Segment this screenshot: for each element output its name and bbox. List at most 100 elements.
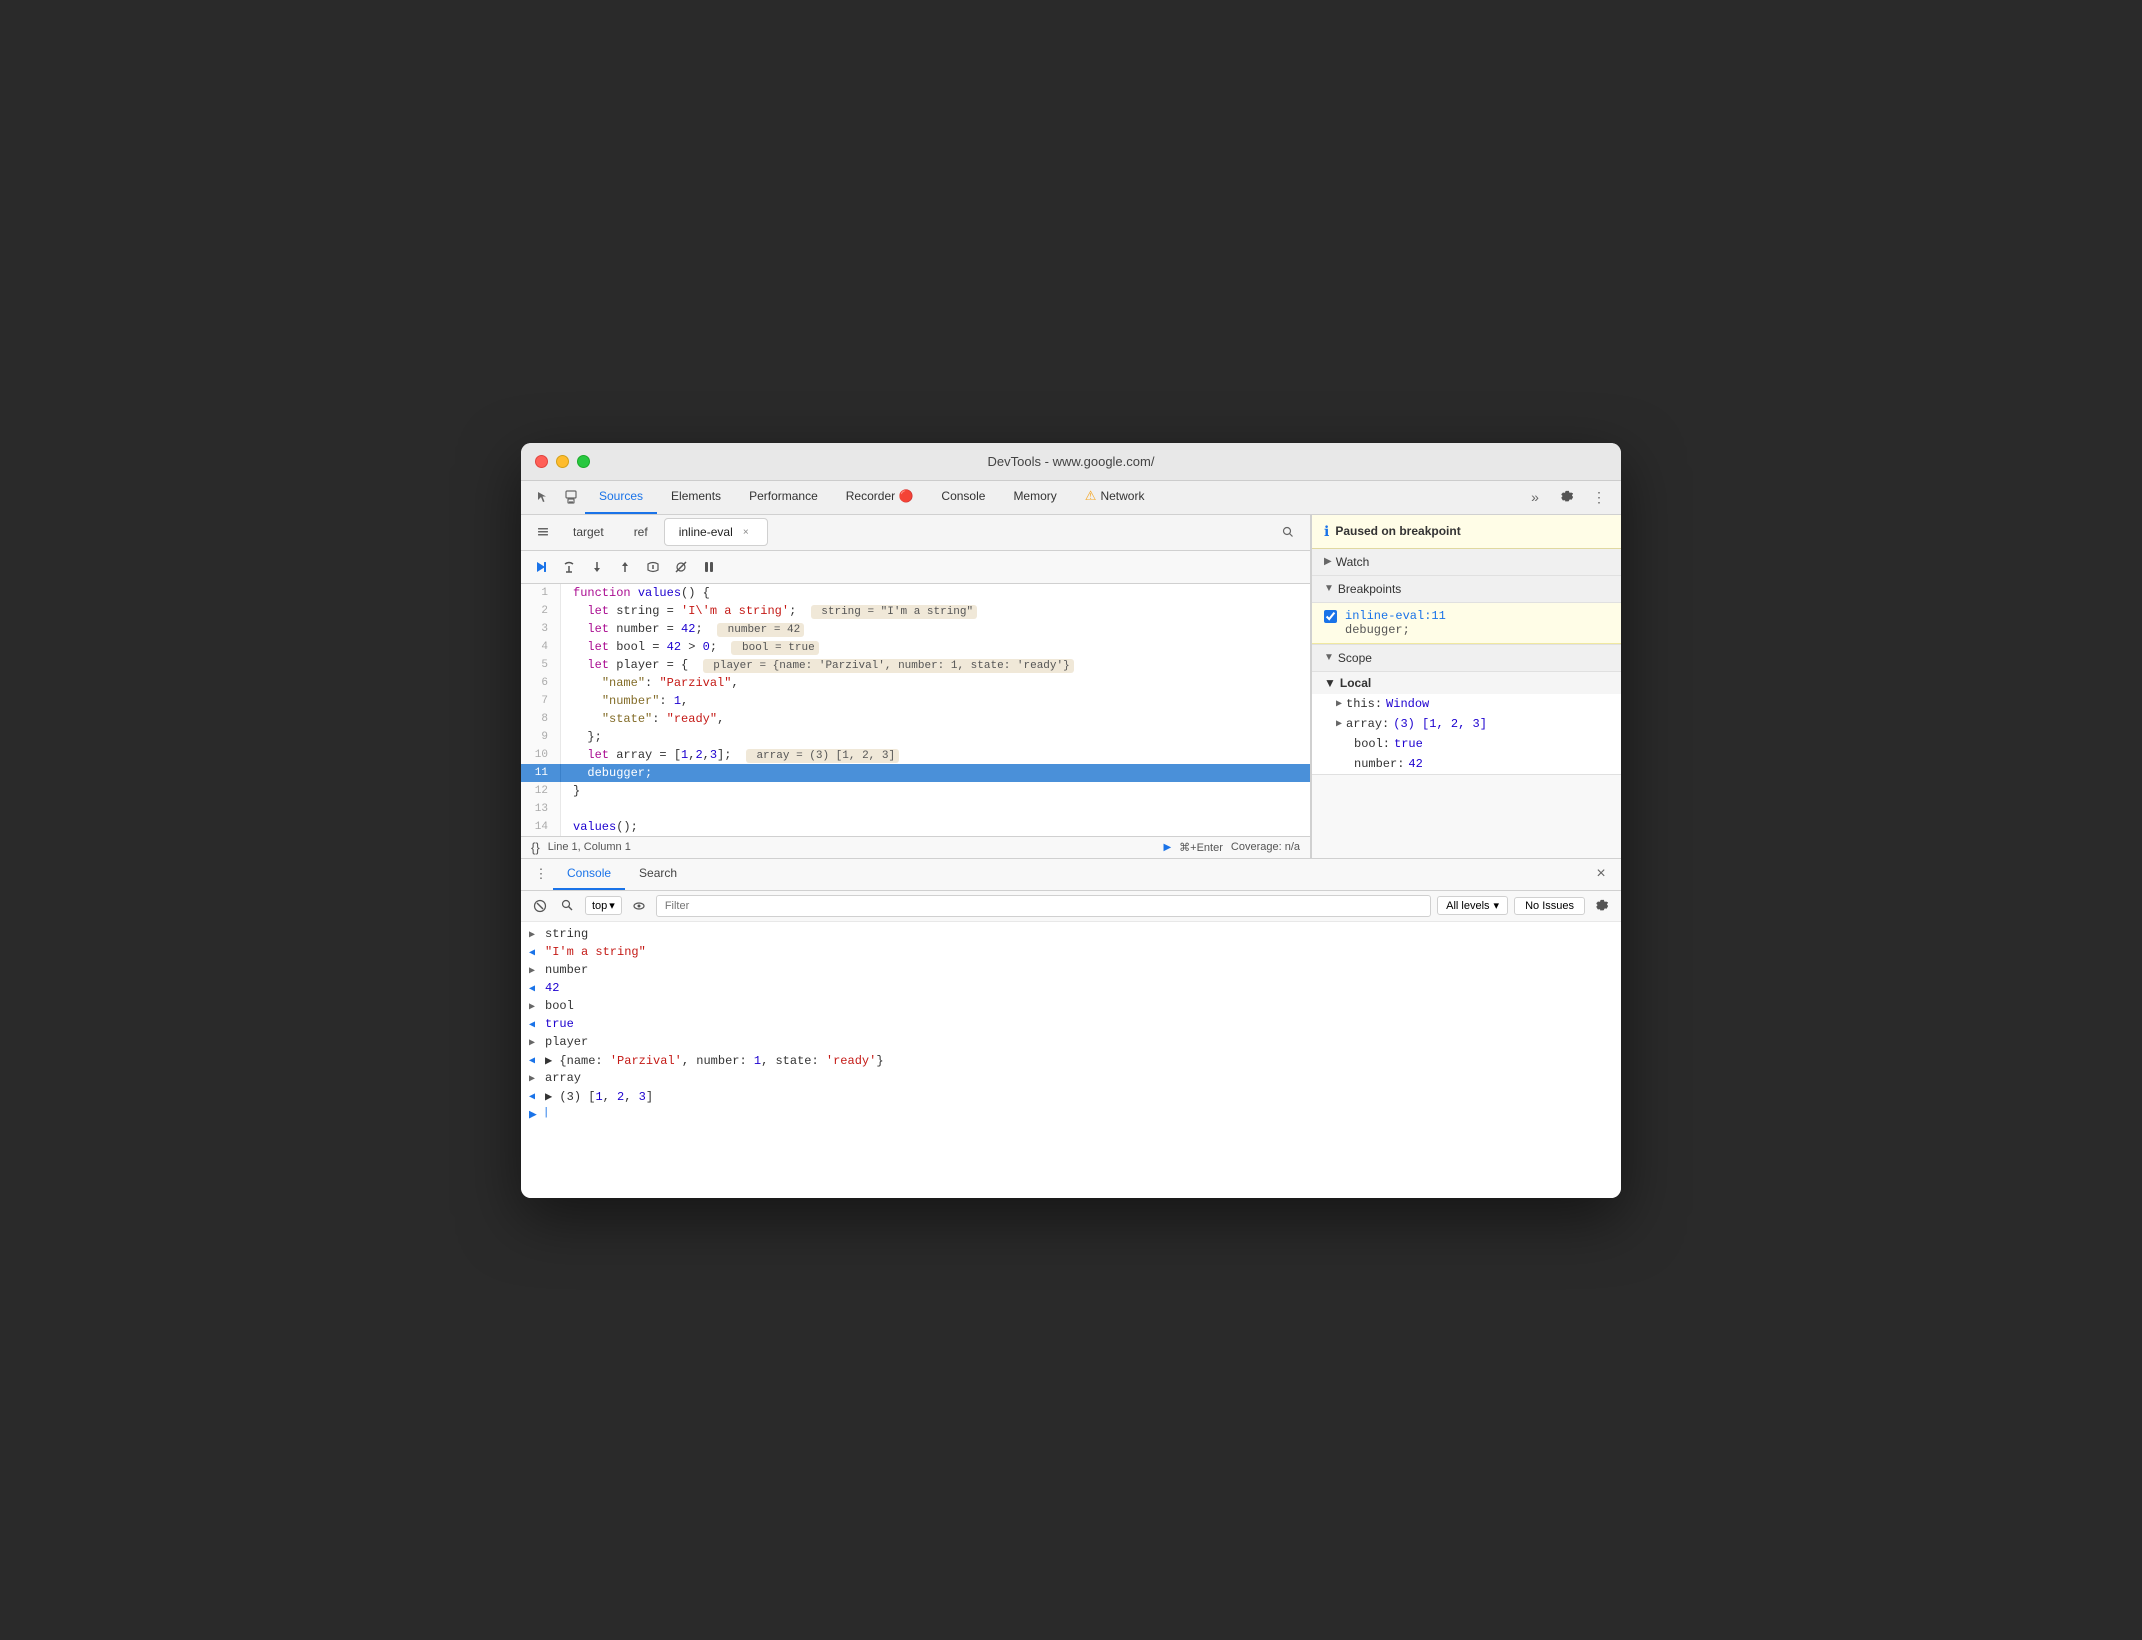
scope-section-header[interactable]: ▼ Scope	[1312, 645, 1621, 672]
tab-console[interactable]: Console	[927, 480, 999, 514]
close-button[interactable]	[535, 455, 548, 468]
step-button[interactable]	[641, 555, 665, 579]
maximize-button[interactable]	[577, 455, 590, 468]
tab-recorder[interactable]: Recorder 🔴	[832, 480, 928, 514]
filter-icon[interactable]	[557, 895, 579, 917]
scope-array: ▶ array: (3) [1, 2, 3]	[1312, 714, 1621, 734]
context-arrow-icon: ▾	[609, 899, 615, 912]
expand-arrow-icon[interactable]: ▶	[529, 1037, 539, 1049]
expand-arrow-icon[interactable]: ▶	[529, 1073, 539, 1085]
local-label: Local	[1340, 676, 1371, 690]
curly-braces-icon[interactable]: {}	[531, 840, 540, 855]
clear-console-icon[interactable]	[529, 895, 551, 917]
console-row-player-output: ◀ ▶ {name: 'Parzival', number: 1, state:…	[521, 1052, 1621, 1070]
step-over-button[interactable]	[557, 555, 581, 579]
scope-array-arrow[interactable]: ▶	[1336, 718, 1342, 730]
code-line: 4 let bool = 42 > 0; bool = true	[521, 638, 1310, 656]
scope-collapse-icon: ▼	[1324, 652, 1334, 663]
tab-memory[interactable]: Memory	[999, 480, 1070, 514]
expand-arrow-icon[interactable]: ▶	[529, 965, 539, 977]
breakpoint-checkbox[interactable]	[1324, 610, 1337, 623]
bottom-panel: ⋮ Console Search ×	[521, 858, 1621, 1198]
device-icon[interactable]	[557, 483, 585, 511]
run-shortcut: ⌘+Enter	[1179, 841, 1223, 854]
coverage-status: Coverage: n/a	[1231, 841, 1300, 853]
console-row-prompt[interactable]: ▶ |	[521, 1106, 1621, 1124]
console-row-string-output: ◀ "I'm a string"	[521, 944, 1621, 962]
tab-search[interactable]: Search	[625, 858, 691, 890]
watch-section-header[interactable]: ▶ Watch	[1312, 549, 1621, 576]
statusbar: {} Line 1, Column 1 ▶ ⌘+Enter Coverage: …	[521, 836, 1310, 858]
context-selector[interactable]: top ▾	[585, 896, 622, 915]
bottom-tabbar: ⋮ Console Search ×	[521, 859, 1621, 891]
console-menu-icon[interactable]: ⋮	[529, 862, 553, 886]
scope-bool: bool: true	[1312, 734, 1621, 754]
step-out-button[interactable]	[613, 555, 637, 579]
minimize-button[interactable]	[556, 455, 569, 468]
resume-button[interactable]	[529, 555, 553, 579]
close-tab-icon[interactable]: ×	[739, 525, 753, 539]
breakpoints-section-header[interactable]: ▼ Breakpoints	[1312, 576, 1621, 603]
expand-arrow-icon[interactable]: ▶	[529, 1001, 539, 1013]
code-line: 8 "state": "ready",	[521, 710, 1310, 728]
breakpoints-content: inline-eval:11 debugger;	[1312, 603, 1621, 645]
inspect-icon[interactable]	[529, 483, 557, 511]
close-console-icon[interactable]: ×	[1589, 862, 1613, 886]
titlebar: DevTools - www.google.com/	[521, 443, 1621, 481]
tab-elements[interactable]: Elements	[657, 480, 735, 514]
expand-arrow-icon[interactable]: ▶	[529, 929, 539, 941]
console-row-bool-output: ◀ true	[521, 1016, 1621, 1034]
tab-console-bottom[interactable]: Console	[553, 858, 625, 890]
scope-this-arrow[interactable]: ▶	[1336, 698, 1342, 710]
breakpoint-notice-text: Paused on breakpoint	[1335, 524, 1460, 538]
code-editor[interactable]: 1 function values() { 2 let string = 'I\…	[521, 584, 1310, 836]
code-line: 7 "number": 1,	[521, 692, 1310, 710]
console-row-array-output: ◀ ▶ (3) [1, 2, 3]	[521, 1088, 1621, 1106]
more-options-icon[interactable]: ⋮	[1585, 483, 1613, 511]
output-arrow-icon[interactable]: ◀	[529, 1055, 539, 1067]
window-title: DevTools - www.google.com/	[988, 454, 1155, 469]
levels-arrow-icon: ▾	[1494, 899, 1500, 912]
breakpoint-item: inline-eval:11 debugger;	[1312, 603, 1621, 644]
console-row-player-input: ▶ player	[521, 1034, 1621, 1052]
tab-network[interactable]: ⚠ Network	[1071, 480, 1159, 514]
code-line: 12 }	[521, 782, 1310, 800]
breakpoint-code: debugger;	[1345, 623, 1446, 637]
local-scope-header[interactable]: ▼ Local	[1312, 672, 1621, 694]
toggle-navigator-icon[interactable]	[529, 518, 557, 546]
search-in-file-icon[interactable]	[1274, 518, 1302, 546]
settings-icon[interactable]	[1553, 483, 1581, 511]
eye-icon[interactable]	[628, 895, 650, 917]
run-icon: ▶	[1163, 842, 1171, 853]
console-row-string-input: ▶ string	[521, 926, 1621, 944]
file-tab-inline-eval[interactable]: inline-eval ×	[664, 518, 768, 546]
cursor-position: Line 1, Column 1	[548, 841, 631, 853]
console-filter-input[interactable]	[656, 895, 1431, 917]
log-levels-selector[interactable]: All levels ▾	[1437, 896, 1508, 915]
output-arrow-icon: ◀	[529, 983, 539, 995]
code-line: 14 values();	[521, 818, 1310, 836]
code-line: 3 let number = 42; number = 42	[521, 620, 1310, 638]
file-tab-ref[interactable]: ref	[620, 518, 662, 546]
breakpoint-details: inline-eval:11 debugger;	[1345, 609, 1446, 637]
file-tab-target[interactable]: target	[559, 518, 618, 546]
console-settings-icon[interactable]	[1591, 895, 1613, 917]
more-tabs-icon[interactable]: »	[1521, 483, 1549, 511]
scope-this: ▶ this: Window	[1312, 694, 1621, 714]
tab-sources[interactable]: Sources	[585, 480, 657, 514]
breakpoints-label: Breakpoints	[1338, 582, 1401, 596]
code-line: 6 "name": "Parzival",	[521, 674, 1310, 692]
code-line-current: 11 debugger;	[521, 764, 1310, 782]
scope-content: ▼ Local ▶ this: Window ▶ array: (3) [1, …	[1312, 672, 1621, 775]
output-arrow-icon[interactable]: ◀	[529, 1091, 539, 1103]
context-label: top	[592, 900, 607, 912]
no-issues-button[interactable]: No Issues	[1514, 897, 1585, 915]
output-arrow-icon: ◀	[529, 947, 539, 959]
console-row-array-input: ▶ array	[521, 1070, 1621, 1088]
step-into-button[interactable]	[585, 555, 609, 579]
deactivate-breakpoints-button[interactable]	[669, 555, 693, 579]
code-line: 2 let string = 'I\'m a string'; string =…	[521, 602, 1310, 620]
pause-on-exceptions-button[interactable]	[697, 555, 721, 579]
tab-performance[interactable]: Performance	[735, 480, 832, 514]
console-output: ▶ string ◀ "I'm a string" ▶ number ◀ 42 …	[521, 922, 1621, 1198]
